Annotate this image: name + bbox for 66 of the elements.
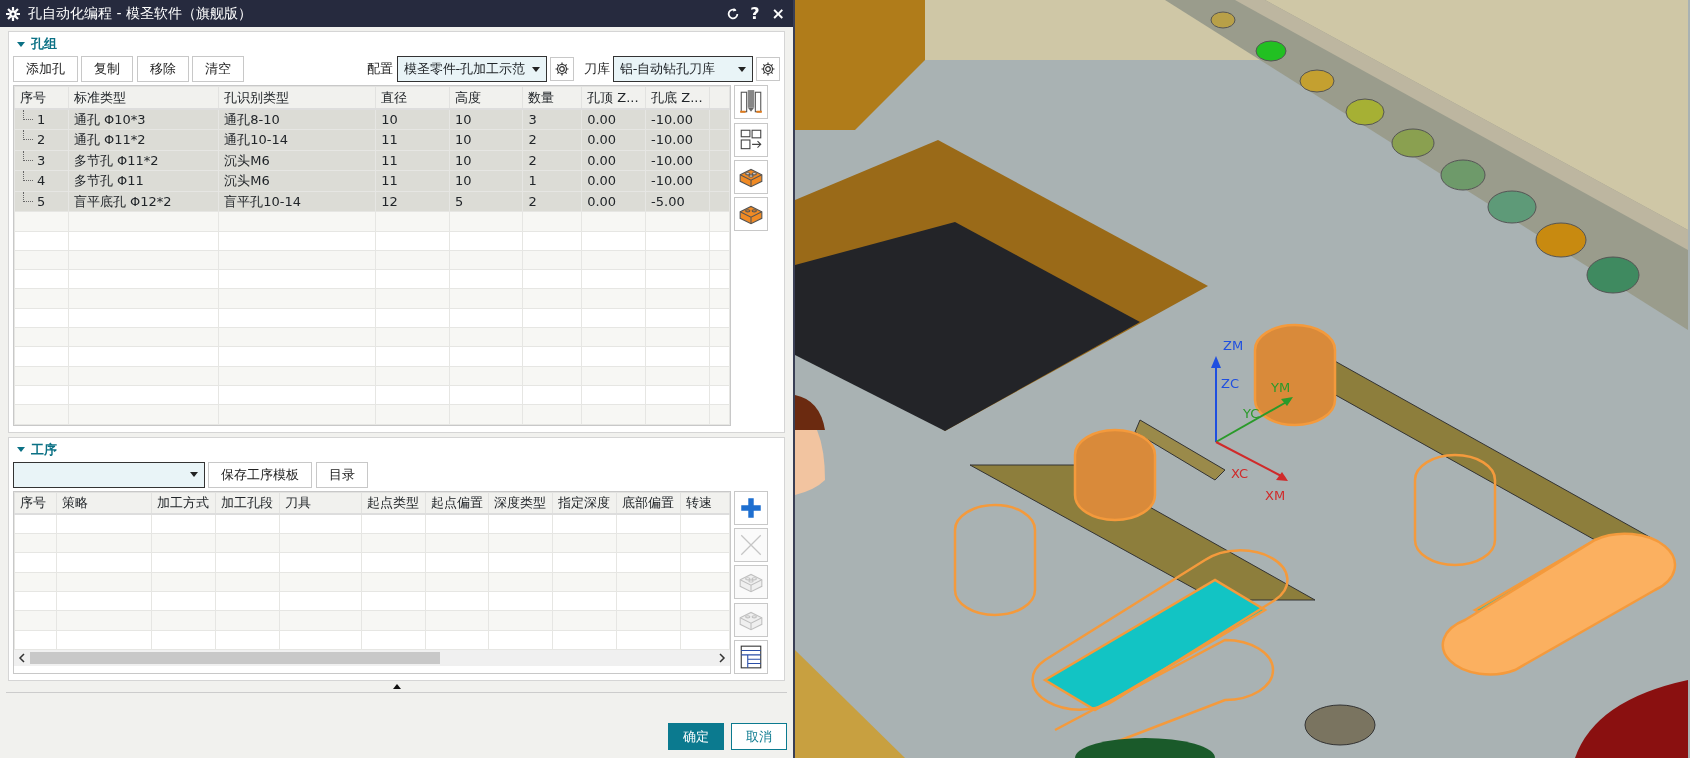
column-header[interactable]: 孔识别类型: [218, 86, 376, 109]
column-header[interactable]: 深度类型: [488, 492, 553, 515]
column-header[interactable]: 起点类型: [361, 492, 426, 515]
table-row[interactable]: 1 通孔 Φ10*3 通孔8-10 10 10 3 0.00 -10.00: [14, 108, 730, 130]
section-title[interactable]: 孔组: [31, 34, 57, 54]
column-header[interactable]: 孔顶 Z...: [581, 86, 646, 109]
dropdown[interactable]: 铝-自动钻孔刀库: [612, 56, 753, 82]
section-title[interactable]: 工序: [31, 439, 57, 460]
column-header[interactable]: 指定深度: [552, 492, 617, 515]
table-row[interactable]: 3 多节孔 Φ11*2 沉头M6 11 10 2 0.00 -10.00: [14, 150, 730, 171]
dropdown[interactable]: [13, 461, 205, 488]
column-header[interactable]: 刀具: [279, 492, 362, 515]
tool-button[interactable]: [734, 639, 769, 674]
column-header[interactable]: 策略: [56, 492, 152, 515]
refresh-icon[interactable]: [726, 6, 741, 21]
toolbar-button[interactable]: 复制: [81, 56, 134, 82]
gear-icon: [553, 61, 570, 77]
axis-label: YM: [1271, 380, 1291, 395]
scroll-right-icon[interactable]: [718, 652, 726, 663]
toolbar-button[interactable]: 保存工序模板: [208, 461, 313, 488]
cancel-button[interactable]: 取消: [730, 722, 787, 750]
window-title: 孔自动化编程 - 模圣软件（旗舰版）: [28, 4, 253, 23]
dropdown[interactable]: 模圣零件-孔加工示范: [396, 56, 547, 82]
toolbar-button[interactable]: 移除: [136, 56, 189, 82]
axis-label: ZM: [1223, 338, 1244, 353]
tool-button[interactable]: [734, 159, 769, 194]
field-label: 配置: [367, 60, 394, 79]
column-header[interactable]: 序号: [14, 492, 57, 515]
axis-label: ZC: [1221, 376, 1239, 391]
column-header[interactable]: 孔底 Z...: [645, 86, 710, 109]
scroll-left-icon[interactable]: [18, 652, 26, 663]
toolbar-button[interactable]: 添加孔: [13, 56, 78, 82]
ok-button[interactable]: 确定: [668, 722, 724, 750]
tool-button[interactable]: [734, 122, 769, 157]
collapse-triangle-icon[interactable]: [17, 41, 25, 47]
collapse-arrow-icon[interactable]: [392, 684, 401, 689]
column-header[interactable]: 标准类型: [68, 86, 219, 109]
column-header[interactable]: 序号: [14, 86, 69, 109]
tool-button[interactable]: [734, 490, 769, 525]
toolbar-button[interactable]: 清空: [191, 56, 244, 82]
table-row[interactable]: 5 盲平底孔 Φ12*2 盲平孔10-14 12 5 2 0.00 -5.00: [14, 191, 730, 212]
field-label: 刀库: [583, 60, 610, 79]
column-header[interactable]: 加工方式: [151, 492, 216, 515]
help-button[interactable]: ?: [748, 5, 762, 22]
gear-icon: [760, 61, 776, 77]
tool-button[interactable]: [734, 85, 769, 120]
drill-tool-icon: [738, 89, 765, 116]
column-header[interactable]: 底部偏置: [616, 492, 681, 515]
axis-label: XM: [1265, 488, 1286, 503]
gear-icon: [6, 6, 20, 21]
collapse-triangle-icon[interactable]: [17, 447, 25, 452]
table-row[interactable]: 2 通孔 Φ11*2 通孔10-14 11 10 2 0.00 -10.00: [14, 129, 730, 151]
settings-button[interactable]: [549, 57, 574, 81]
column-header[interactable]: 起点偏置: [425, 492, 489, 515]
table-row[interactable]: 4 多节孔 Φ11 沉头M6 11 10 1 0.00 -10.00: [14, 170, 730, 192]
settings-button[interactable]: [756, 57, 780, 81]
column-header[interactable]: 加工孔段: [215, 492, 280, 515]
axis-label: YC: [1243, 406, 1260, 421]
toolbar-button[interactable]: 目录: [315, 461, 368, 488]
axis-label: XC: [1231, 466, 1249, 481]
close-button[interactable]: ×: [769, 5, 787, 22]
column-header[interactable]: 直径: [375, 86, 450, 109]
tool-button[interactable]: [734, 197, 769, 231]
column-header[interactable]: 数量: [522, 86, 582, 109]
column-header[interactable]: 高度: [449, 86, 523, 109]
column-header[interactable]: 转速: [680, 492, 730, 515]
